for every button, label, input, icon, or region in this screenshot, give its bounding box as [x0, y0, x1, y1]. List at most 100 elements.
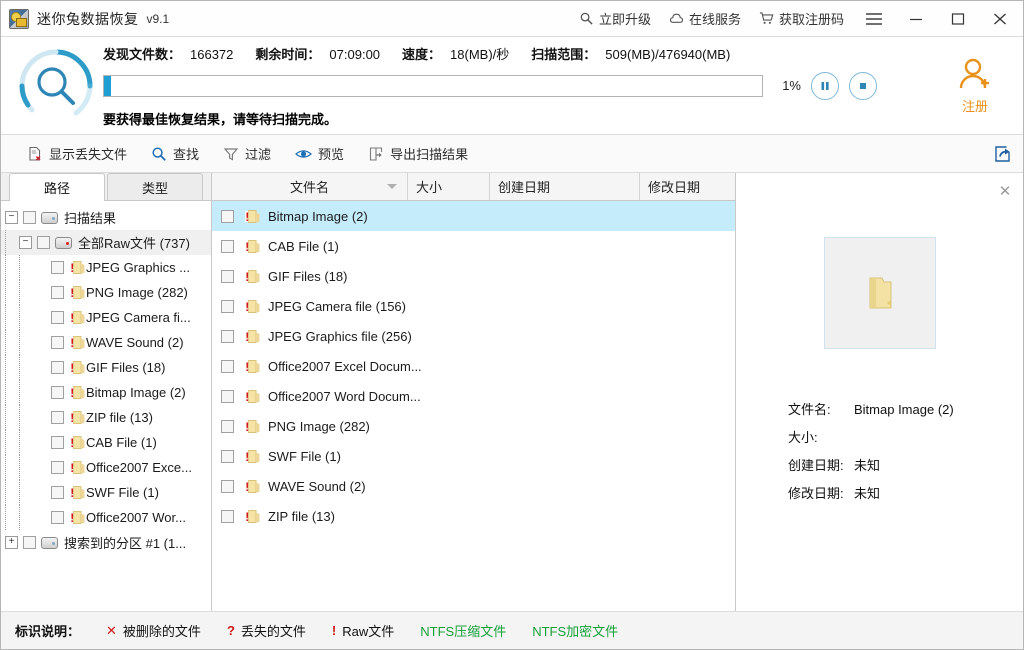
- tree-item[interactable]: ! Office2007 Wor...: [1, 505, 211, 530]
- column-header-created[interactable]: 创建日期: [490, 173, 640, 200]
- column-header-modified[interactable]: 修改日期: [640, 173, 735, 200]
- preview-field-key: 修改日期:: [788, 486, 844, 501]
- file-name-cell: CAB File (1): [268, 238, 339, 254]
- raw-folder-icon: !: [245, 359, 260, 374]
- main-menu-button[interactable]: [853, 2, 895, 36]
- tree-item[interactable]: ! JPEG Camera fi...: [1, 305, 211, 330]
- tree-item[interactable]: ! JPEG Graphics ...: [1, 255, 211, 280]
- legend-item: ! Raw文件: [332, 621, 394, 640]
- tree-item[interactable]: ! WAVE Sound (2): [1, 330, 211, 355]
- table-row[interactable]: ! Office2007 Word Docum...: [212, 381, 735, 411]
- file-name-cell: SWF File (1): [268, 448, 341, 464]
- row-checkbox[interactable]: [37, 236, 50, 249]
- tree-item[interactable]: − 扫描结果: [1, 205, 211, 230]
- svg-text:!: !: [245, 480, 249, 494]
- row-checkbox[interactable]: [51, 261, 64, 274]
- table-row[interactable]: ! ZIP file (13): [212, 501, 735, 531]
- find-button[interactable]: 查找: [139, 140, 211, 168]
- row-checkbox[interactable]: [51, 336, 64, 349]
- tree-item[interactable]: + 搜索到的分区 #1 (1...: [1, 530, 211, 555]
- row-checkbox[interactable]: [221, 509, 234, 523]
- filter-button[interactable]: 过滤: [211, 140, 283, 168]
- row-checkbox[interactable]: [221, 359, 234, 373]
- row-checkbox[interactable]: [221, 329, 234, 343]
- tree-item[interactable]: ! GIF Files (18): [1, 355, 211, 380]
- row-checkbox[interactable]: [51, 311, 64, 324]
- row-checkbox[interactable]: [221, 449, 234, 463]
- tree-indent-guide: [19, 455, 20, 480]
- close-button[interactable]: [979, 2, 1021, 36]
- file-name-cell: Office2007 Excel Docum...: [268, 358, 422, 374]
- raw-folder-icon: !: [70, 311, 85, 325]
- online-service-button[interactable]: 在线服务: [660, 5, 750, 32]
- time-remaining-stat: 剩余时间： 07:09:00: [255, 44, 380, 63]
- scan-progress-label: 1%: [782, 78, 801, 93]
- filter-icon: [223, 147, 239, 161]
- row-checkbox[interactable]: [23, 536, 36, 549]
- scan-result-tree[interactable]: − 扫描结果 − 全部Raw文件 (737)! JPEG Graphics ...! PN…: [1, 201, 211, 611]
- stop-scan-button[interactable]: [849, 71, 877, 100]
- file-name-cell: JPEG Graphics file (256): [268, 328, 412, 344]
- table-row[interactable]: ! CAB File (1): [212, 231, 735, 261]
- table-row[interactable]: ! JPEG Graphics file (256): [212, 321, 735, 351]
- tree-item[interactable]: ! ZIP file (13): [1, 405, 211, 430]
- row-checkbox[interactable]: [221, 419, 234, 433]
- tree-collapse-toggle[interactable]: −: [19, 236, 32, 249]
- row-checkbox[interactable]: [51, 411, 64, 424]
- tab-path[interactable]: 路径: [9, 173, 105, 201]
- row-checkbox[interactable]: [221, 269, 234, 283]
- row-checkbox[interactable]: [221, 209, 234, 223]
- show-lost-files-button[interactable]: 显示丢失文件: [15, 140, 139, 168]
- get-license-button[interactable]: 获取注册码: [750, 5, 853, 32]
- upgrade-now-button[interactable]: 立即升级: [570, 5, 660, 32]
- row-checkbox[interactable]: [51, 436, 64, 449]
- row-checkbox[interactable]: [51, 386, 64, 399]
- row-checkbox[interactable]: [221, 239, 234, 253]
- table-row[interactable]: ! SWF File (1): [212, 441, 735, 471]
- share-export-button[interactable]: [987, 140, 1017, 168]
- raw-folder-icon: !: [70, 461, 85, 475]
- tree-item[interactable]: ! SWF File (1): [1, 480, 211, 505]
- table-row[interactable]: ! GIF Files (18): [212, 261, 735, 291]
- svg-text:!: !: [70, 511, 74, 525]
- column-header-filename[interactable]: 文件名: [212, 173, 408, 200]
- tree-item[interactable]: ! CAB File (1): [1, 430, 211, 455]
- tree-item[interactable]: ! PNG Image (282): [1, 280, 211, 305]
- get-license-label: 获取注册码: [778, 12, 844, 27]
- table-row[interactable]: ! WAVE Sound (2): [212, 471, 735, 501]
- preview-button[interactable]: 预览: [283, 140, 356, 168]
- tree-item[interactable]: ! Office2007 Exce...: [1, 455, 211, 480]
- table-row[interactable]: ! PNG Image (282): [212, 411, 735, 441]
- column-header-size[interactable]: 大小: [408, 173, 490, 200]
- row-checkbox[interactable]: [51, 461, 64, 474]
- tree-item[interactable]: ! Bitmap Image (2): [1, 380, 211, 405]
- tree-item[interactable]: − 全部Raw文件 (737): [1, 230, 211, 255]
- table-row[interactable]: ! Office2007 Excel Docum...: [212, 351, 735, 381]
- tree-collapse-toggle[interactable]: −: [5, 211, 18, 224]
- table-row[interactable]: ! JPEG Camera file (156): [212, 291, 735, 321]
- stop-icon: [860, 82, 866, 89]
- file-list-body[interactable]: ! Bitmap Image (2)! CAB File (1) ! GIF Files…: [212, 201, 735, 611]
- tab-type[interactable]: 类型: [107, 173, 203, 200]
- pause-scan-button[interactable]: [811, 71, 839, 100]
- row-checkbox[interactable]: [51, 361, 64, 374]
- tree-expand-toggle[interactable]: +: [5, 536, 18, 549]
- row-checkbox[interactable]: [221, 389, 234, 403]
- row-checkbox[interactable]: [51, 511, 64, 524]
- row-checkbox[interactable]: [221, 299, 234, 313]
- minimize-button[interactable]: [895, 2, 937, 36]
- row-checkbox[interactable]: [51, 486, 64, 499]
- table-row[interactable]: ! Bitmap Image (2): [212, 201, 735, 231]
- row-checkbox[interactable]: [23, 211, 36, 224]
- legend-marker: !: [331, 623, 337, 638]
- svg-text:!: !: [70, 436, 74, 450]
- register-button[interactable]: 注册: [927, 45, 1023, 127]
- row-checkbox[interactable]: [51, 286, 64, 299]
- magnifier-icon: [580, 12, 593, 25]
- svg-text:!: !: [245, 240, 249, 254]
- maximize-button[interactable]: [937, 2, 979, 36]
- cloud-icon: [669, 13, 684, 23]
- preview-close-button[interactable]: ✕: [995, 181, 1015, 201]
- row-checkbox[interactable]: [221, 479, 234, 493]
- export-scan-results-button[interactable]: 导出扫描结果: [356, 140, 480, 168]
